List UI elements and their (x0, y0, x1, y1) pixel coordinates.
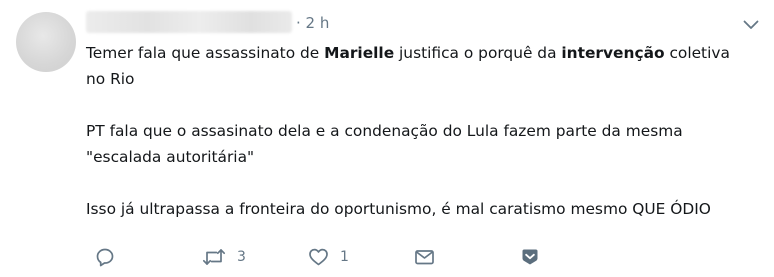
tweet-line: PT fala que o assasinato dela e a conden… (86, 122, 683, 140)
text-segment: Temer fala que assassinato de (86, 44, 325, 62)
text-segment: coletiva (664, 44, 730, 62)
direct-message-button[interactable] (414, 246, 435, 268)
user-name-redacted (86, 11, 292, 33)
tweet-timestamp[interactable]: · 2 h (296, 14, 329, 32)
bold-intervencao: intervenção (561, 44, 665, 62)
tweet-line: Isso já ultrapassa a fronteira do oportu… (86, 200, 711, 218)
heart-icon (308, 247, 329, 267)
tweet-actions: 3 1 (95, 246, 555, 268)
tweet-line: no Rio (86, 70, 135, 88)
retweet-icon (202, 247, 226, 267)
bold-marielle: Marielle (324, 44, 395, 62)
bookmark-icon (520, 247, 540, 267)
like-count: 1 (340, 249, 349, 265)
reply-button[interactable] (95, 246, 115, 268)
envelope-icon (414, 247, 435, 267)
retweet-button[interactable]: 3 (202, 246, 246, 268)
chevron-down-icon[interactable] (740, 16, 762, 34)
retweet-count: 3 (237, 249, 246, 265)
avatar[interactable] (16, 12, 76, 72)
tweet-text: Temer fala que assassinato de Marielle j… (86, 40, 762, 222)
reply-icon (95, 247, 115, 267)
like-button[interactable]: 1 (308, 246, 349, 268)
text-segment: justifica o porquê da (394, 44, 562, 62)
tweet-line: Temer fala que assassinato de Marielle j… (86, 40, 762, 66)
tweet-line: "escalada autoritária" (86, 148, 255, 166)
save-button[interactable] (520, 246, 540, 268)
tweet-card[interactable]: · 2 h Temer fala que assassinato de Mari… (0, 0, 774, 277)
